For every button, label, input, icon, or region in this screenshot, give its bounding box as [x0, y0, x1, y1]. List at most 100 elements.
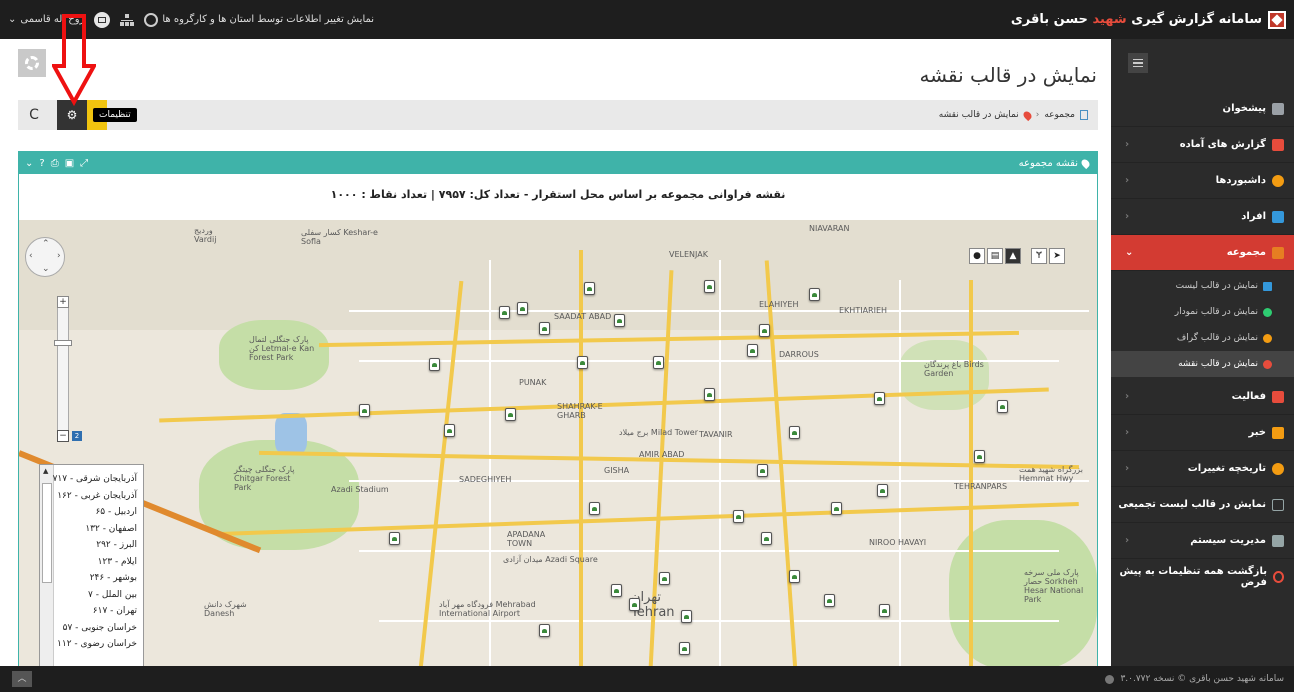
help-icon[interactable]: ? — [39, 158, 44, 169]
map-marker[interactable] — [789, 426, 800, 439]
refresh-button[interactable]: C — [22, 103, 46, 127]
map-marker[interactable] — [659, 572, 670, 585]
brand-title: سامانه گزارش گیری شهید حسن باقری — [1011, 12, 1262, 27]
sidebar-item-collection[interactable]: مجموعه ⌄ — [1111, 235, 1294, 271]
sidebar-item-dashboards[interactable]: داشبوردها ‹ — [1111, 163, 1294, 199]
map-marker[interactable] — [747, 344, 758, 357]
main-content: نمایش در قالب نقشه مجموعه ‹ نمایش در قال… — [0, 39, 1111, 672]
sitemap-icon[interactable] — [120, 13, 135, 26]
map-marker[interactable] — [584, 282, 595, 295]
map-marker[interactable] — [629, 598, 640, 611]
map-marker[interactable] — [789, 570, 800, 583]
map-marker[interactable] — [974, 450, 985, 463]
sidebar-item-label: افراد — [1241, 211, 1266, 222]
map-marker[interactable] — [757, 464, 768, 477]
notification-item[interactable]: نمایش تغییر اطلاعات توسط استان ها و کارگ… — [144, 12, 374, 27]
pan-down-icon[interactable]: ⌄ — [42, 264, 50, 274]
scroll-up-icon[interactable]: ▲ — [43, 467, 48, 475]
map-marker[interactable] — [517, 302, 528, 315]
sidebar-item-aggregate-list[interactable]: نمایش در قالب لیست تجمیعی — [1111, 487, 1294, 523]
save-icon[interactable]: ▣ — [65, 158, 74, 169]
map-marker[interactable] — [759, 324, 770, 337]
pan-right-icon[interactable]: › — [57, 251, 61, 261]
map-marker[interactable] — [577, 356, 588, 369]
map-marker[interactable] — [704, 388, 715, 401]
collapse-icon[interactable]: ⌄ — [25, 158, 33, 169]
pan-control[interactable]: ⌃ ⌄ ‹ › — [25, 237, 65, 277]
map-marker[interactable] — [539, 322, 550, 335]
map-label: TEHRANPARS — [954, 482, 1008, 491]
sidebar-item-activity[interactable]: فعالیت ‹ — [1111, 379, 1294, 415]
map-label: SHAHRAK-E GHARB — [557, 402, 603, 420]
submenu-graph-view[interactable]: نمایش در قالب گراف — [1111, 325, 1294, 351]
map-marker[interactable] — [444, 424, 455, 437]
zoom-slider[interactable] — [57, 296, 69, 440]
hamburger-icon[interactable] — [1128, 53, 1148, 73]
sidebar-item-news[interactable]: خبر ‹ — [1111, 415, 1294, 451]
measure-icon[interactable]: Ɏ — [1031, 248, 1047, 264]
map-label: پارک ملی سرخه حصار Sorkheh Hesar Nationa… — [1024, 568, 1084, 604]
zoom-handle[interactable] — [54, 340, 72, 346]
image-icon[interactable]: ▤ — [987, 248, 1003, 264]
red-arrow-annotation — [52, 14, 96, 106]
legend-scroll-thumb[interactable] — [42, 483, 52, 583]
map-marker[interactable] — [761, 532, 772, 545]
navigate-icon[interactable]: ➤ — [1049, 248, 1065, 264]
sidebar-item-label: گزارش های آماده — [1179, 139, 1266, 150]
map-canvas[interactable]: برج میلاد Milad Tower Azadi Stadium میدا… — [19, 220, 1097, 672]
map-marker[interactable] — [879, 604, 890, 617]
globe-icon — [144, 12, 159, 27]
gear-icon[interactable] — [18, 49, 46, 77]
map-marker[interactable] — [733, 510, 744, 523]
map-marker[interactable] — [704, 280, 715, 293]
sidebar-item-reports[interactable]: گزارش های آماده ‹ — [1111, 127, 1294, 163]
submenu-chart-view[interactable]: نمایش در قالب نمودار — [1111, 299, 1294, 325]
submenu-map-view[interactable]: نمایش در قالب نقشه — [1111, 351, 1294, 377]
legend-item: خراسان جنوبی - ۵۷ — [62, 622, 137, 633]
layers-icon[interactable]: ▲ — [1005, 248, 1021, 264]
map-marker[interactable] — [877, 484, 888, 497]
map-marker[interactable] — [611, 584, 622, 597]
breadcrumb-root[interactable]: مجموعه — [1044, 110, 1075, 120]
map-label: EKHTIARIEH — [839, 306, 888, 315]
map-label: PUNAK — [519, 378, 547, 387]
sidebar-item-reset-settings[interactable]: بازگشت همه تنظیمات به پیش فرض — [1111, 559, 1294, 595]
map-marker[interactable] — [429, 358, 440, 371]
sidebar-item-dashboard[interactable]: پیشخوان — [1111, 91, 1294, 127]
map-marker[interactable] — [874, 392, 885, 405]
zoom-in-button[interactable]: + — [57, 296, 69, 308]
map-marker[interactable] — [359, 404, 370, 417]
scroll-top-button[interactable]: ︿ — [12, 671, 32, 687]
monitor-icon[interactable] — [94, 11, 111, 28]
map-marker[interactable] — [539, 624, 550, 637]
print-icon[interactable]: ⎙ — [51, 158, 59, 169]
sidebar-item-history[interactable]: تاریخچه تغییرات ‹ — [1111, 451, 1294, 487]
map-title: نقشه فراوانی مجموعه بر اساس محل استقرار … — [330, 188, 786, 201]
map-marker[interactable] — [831, 502, 842, 515]
legend-item: بین الملل - ۷ — [88, 589, 137, 600]
sidebar-item-people[interactable]: افراد ‹ — [1111, 199, 1294, 235]
map-marker[interactable] — [824, 594, 835, 607]
map-marker[interactable] — [505, 408, 516, 421]
map-marker[interactable] — [997, 400, 1008, 413]
map-marker[interactable] — [653, 356, 664, 369]
map-marker[interactable] — [499, 306, 510, 319]
map-marker[interactable] — [809, 288, 820, 301]
zoom-out-button[interactable]: − — [57, 430, 69, 442]
map-marker[interactable] — [389, 532, 400, 545]
sidebar-item-label: پیشخوان — [1222, 103, 1266, 114]
brand[interactable]: سامانه گزارش گیری شهید حسن باقری — [1011, 0, 1286, 39]
map-marker[interactable] — [679, 642, 690, 655]
sidebar-item-label: خبر — [1248, 427, 1266, 438]
map-marker[interactable] — [614, 314, 625, 327]
panel-title-text: نقشه مجموعه — [1018, 157, 1078, 169]
fullscreen-icon[interactable]: ⤢ — [80, 158, 88, 169]
pan-left-icon[interactable]: ‹ — [29, 251, 33, 261]
marker-icon[interactable]: ● — [969, 248, 985, 264]
pan-up-icon[interactable]: ⌃ — [42, 239, 50, 249]
submenu-list-view[interactable]: نمایش در قالب لیست — [1111, 273, 1294, 299]
sidebar-item-system-admin[interactable]: مدیریت سیستم ‹ — [1111, 523, 1294, 559]
map-marker[interactable] — [589, 502, 600, 515]
map-marker[interactable] — [681, 610, 692, 623]
map-label: AMIR ABAD — [639, 450, 685, 459]
